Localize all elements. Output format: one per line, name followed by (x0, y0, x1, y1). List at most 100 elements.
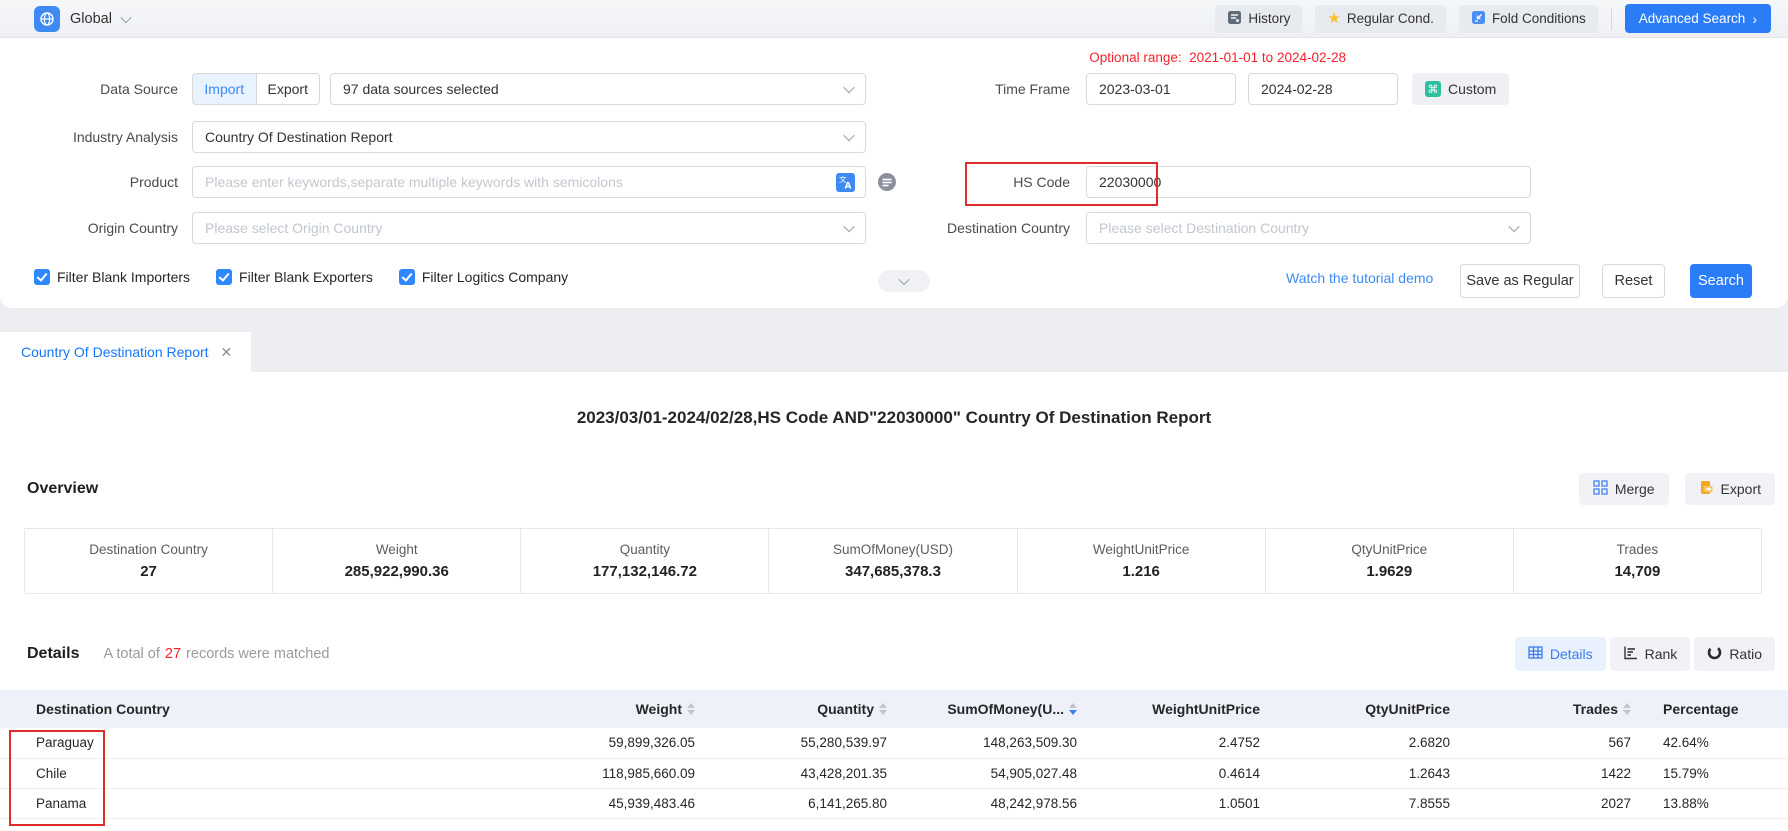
chevron-right-icon: › (1752, 12, 1757, 26)
destination-country-select[interactable]: Please select Destination Country (1086, 212, 1531, 244)
chevron-down-icon (843, 130, 854, 141)
stat-label: WeightUnitPrice (1093, 542, 1190, 557)
date-end-input[interactable] (1248, 73, 1398, 105)
stat-cell: Quantity177,132,146.72 (520, 529, 768, 593)
stat-value: 27 (140, 563, 157, 580)
view-switcher: Details Rank Ratio (1515, 637, 1775, 671)
data-cell: 55,280,539.97 (709, 728, 901, 758)
save-as-regular-button[interactable]: Save as Regular (1460, 264, 1580, 298)
sort-desc-icon (687, 710, 695, 715)
stat-cell: Trades14,709 (1513, 529, 1761, 593)
close-icon[interactable]: ✕ (221, 344, 233, 361)
hs-code-input[interactable] (1086, 166, 1531, 198)
data-cell: 45,939,483.46 (519, 788, 709, 818)
export-button[interactable]: Export (1685, 473, 1775, 505)
filter-blank-exporters-checkbox[interactable]: Filter Blank Exporters (216, 269, 373, 285)
column-header-content: SumOfMoney(U... (901, 701, 1091, 717)
view-ratio-button[interactable]: Ratio (1694, 637, 1775, 671)
industry-select[interactable]: Country Of Destination Report (192, 121, 866, 153)
export-icon (1699, 480, 1714, 498)
filter-logitics-company-checkbox[interactable]: Filter Logitics Company (399, 269, 568, 285)
data-sources-select[interactable]: 97 data sources selected (330, 73, 866, 105)
data-cell: 6,141,265.80 (709, 788, 901, 818)
data-cell: 42.64% (1645, 728, 1788, 758)
hs-code-field[interactable] (1099, 174, 1518, 190)
stat-cell: SumOfMoney(USD) 347,685,378.3 (768, 529, 1016, 593)
history-icon (1227, 10, 1242, 28)
sort-icons[interactable] (687, 703, 695, 715)
sort-desc-icon (1623, 710, 1631, 715)
match-count: 27 (160, 646, 186, 662)
data-cell: 48,242,978.56 (901, 788, 1091, 818)
destination-country-label: Destination Country (820, 212, 1070, 244)
view-details-button[interactable]: Details (1515, 637, 1606, 671)
search-button[interactable]: Search (1690, 264, 1752, 298)
view-rank-button[interactable]: Rank (1610, 637, 1691, 671)
data-cell: 54,905,027.48 (901, 758, 1091, 788)
reset-button[interactable]: Reset (1602, 264, 1665, 298)
regular-cond-button[interactable]: ★ Regular Cond. (1315, 5, 1446, 33)
stat-cell: WeightUnitPrice 1.216 (1017, 529, 1265, 593)
data-cell: 0.4614 (1091, 758, 1274, 788)
sort-desc-icon (1069, 710, 1077, 715)
export-segment[interactable]: Export (256, 74, 320, 104)
chevron-down-icon (120, 11, 131, 22)
stat-label: Quantity (620, 542, 670, 557)
fold-conditions-button[interactable]: Fold Conditions (1459, 5, 1598, 33)
column-header-weight[interactable]: Weight (519, 690, 709, 728)
product-keywords-field[interactable] (205, 174, 825, 190)
country-cell: Chile (0, 758, 519, 788)
column-label: Destination Country (36, 701, 170, 717)
advanced-search-button[interactable]: Advanced Search › (1625, 4, 1771, 33)
tutorial-demo-link[interactable]: Watch the tutorial demo (1286, 270, 1433, 286)
sort-icons[interactable] (1623, 703, 1631, 715)
custom-range-button[interactable]: ⌘ Custom (1412, 73, 1509, 105)
table-header-row: Destination Country Weight Quantity SumOfMo… (0, 690, 1788, 728)
origin-country-select[interactable]: Please select Origin Country (192, 212, 866, 244)
table-body: Paraguay59,899,326.0555,280,539.97148,26… (0, 728, 1788, 818)
data-cell: 43,428,201.35 (709, 758, 901, 788)
stat-value: 1.216 (1122, 563, 1160, 580)
column-header-destination-country: Destination Country (0, 690, 519, 728)
column-header-content: WeightUnitPrice (1091, 701, 1274, 717)
date-start-input[interactable] (1086, 73, 1236, 105)
data-cell: 7.8555 (1274, 788, 1464, 818)
country-cell: Paraguay (0, 728, 519, 758)
stat-value: 347,685,378.3 (845, 563, 941, 580)
column-header-quantity[interactable]: Quantity (709, 690, 901, 728)
column-label: SumOfMoney(U... (947, 701, 1064, 717)
stat-value: 1.9629 (1366, 563, 1412, 580)
column-header-content: Destination Country (0, 701, 519, 717)
tab-country-of-destination-report[interactable]: Country Of Destination Report ✕ (0, 332, 251, 372)
column-label: Percentage (1663, 701, 1738, 717)
origin-country-placeholder: Please select Origin Country (205, 220, 382, 236)
time-frame-label: Time Frame (820, 73, 1070, 105)
filter-logitics-company-label: Filter Logitics Company (422, 269, 568, 285)
stat-cell: Destination Country27 (25, 529, 272, 593)
tab-label[interactable]: Country Of Destination Report (21, 344, 209, 360)
page: Global History ★ Regular Cond. Fold Cond… (0, 0, 1788, 831)
column-label: Quantity (817, 701, 874, 717)
data-sources-value: 97 data sources selected (343, 81, 499, 97)
merge-button[interactable]: Merge (1579, 473, 1669, 505)
stat-label: SumOfMoney(USD) (833, 542, 953, 557)
import-segment[interactable]: Import (193, 74, 256, 104)
history-button[interactable]: History (1215, 5, 1302, 33)
data-cell: 2.4752 (1091, 728, 1274, 758)
data-cell: 148,263,509.30 (901, 728, 1091, 758)
table-row: Chile118,985,660.0943,428,201.3554,905,0… (0, 758, 1788, 788)
view-ratio-label: Ratio (1729, 646, 1762, 662)
match-prefix: A total of (103, 646, 159, 662)
filter-blank-importers-checkbox[interactable]: Filter Blank Importers (34, 269, 190, 285)
sort-icons[interactable] (1069, 703, 1077, 715)
regular-cond-label: Regular Cond. (1347, 11, 1434, 26)
column-header-trades[interactable]: Trades (1464, 690, 1645, 728)
data-source-label: Data Source (0, 73, 178, 105)
region-selector[interactable]: Global (34, 6, 130, 32)
chevron-down-icon (898, 274, 909, 285)
product-input[interactable]: 文A (192, 166, 866, 198)
column-header-sumofmoney-u[interactable]: SumOfMoney(U... (901, 690, 1091, 728)
collapse-conditions-button[interactable] (878, 270, 930, 292)
sort-icons[interactable] (879, 703, 887, 715)
table-row: Paraguay59,899,326.0555,280,539.97148,26… (0, 728, 1788, 758)
